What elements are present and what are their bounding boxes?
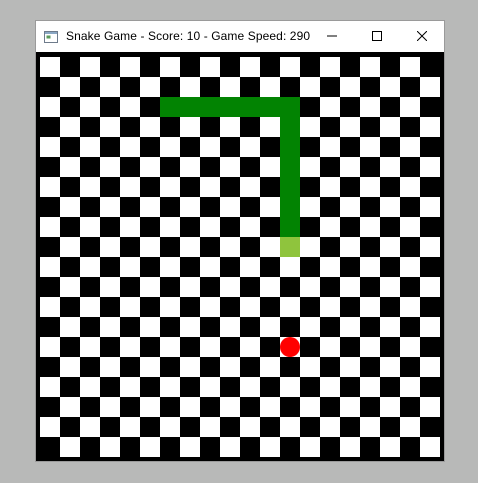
snake-body-segment [280,217,300,237]
food-apple [280,337,300,357]
snake-body-segment [280,97,300,117]
snake-body-segment [280,137,300,157]
window-app-icon [44,30,58,43]
snake-body-segment [220,97,240,117]
close-button[interactable] [399,21,444,52]
minimize-icon [326,28,337,46]
maximize-button[interactable] [354,21,399,52]
minimize-button[interactable] [309,21,354,52]
snake-body-segment [180,97,200,117]
snake-body-segment [280,177,300,197]
snake-body-segment [260,97,280,117]
snake-body-segment [280,157,300,177]
maximize-icon [371,28,382,46]
snake-head [280,237,300,257]
close-icon [416,28,427,46]
snake-body-segment [160,97,180,117]
snake-body-segment [280,117,300,137]
game-board[interactable] [40,57,440,457]
snake-body-segment [200,97,220,117]
window-title: Snake Game - Score: 10 - Game Speed: 290 [66,29,311,43]
snake-body-segment [240,97,260,117]
snake-body-segment [280,197,300,217]
game-window: Snake Game - Score: 10 - Game Speed: 290 [36,21,444,461]
title-bar[interactable]: Snake Game - Score: 10 - Game Speed: 290 [36,21,444,52]
